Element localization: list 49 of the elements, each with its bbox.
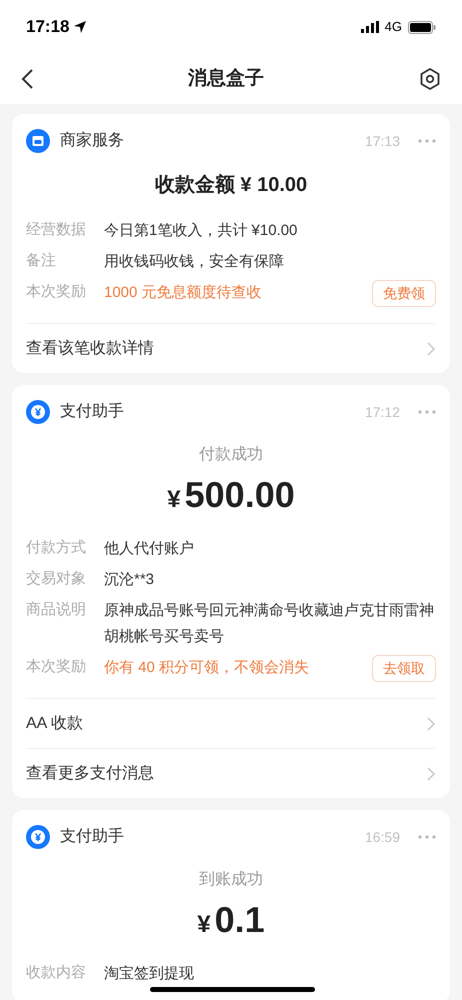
detail-value: 淘宝签到提现 (104, 964, 195, 984)
link-row[interactable]: AA 收款 (26, 698, 436, 748)
status-time: 17:18 (26, 16, 70, 38)
amount-headline: 收款金额 ¥ 10.00 (154, 172, 308, 198)
detail-value: 你有 40 积分可领，不领会消失 (104, 658, 310, 678)
detail-label: 收款内容 (26, 963, 87, 983)
message-time: 17:12 (364, 402, 400, 422)
detail-value: 原神成品号账号回元神满命号收藏迪卢克甘雨雷神胡桃帐号买号卖号 (104, 601, 435, 647)
page-title: 消息盒子 (186, 66, 265, 91)
battery-icon (408, 20, 436, 34)
signal-icon (360, 21, 379, 33)
link-row[interactable]: 查看更多支付消息 (26, 748, 436, 798)
detail-value: 他人代付账户 (104, 539, 195, 559)
source-name: 支付助手 (60, 826, 124, 847)
location-icon (73, 20, 88, 34)
message-time: 17:13 (364, 132, 400, 150)
payment-status: 到账成功 (199, 870, 263, 890)
detail-value: 今日第1笔收入，共计 ¥10.00 (104, 221, 298, 241)
payment-status: 付款成功 (199, 444, 263, 465)
detail-label: 付款方式 (26, 538, 87, 558)
yen-icon (26, 825, 50, 849)
chevron-right-icon (426, 340, 436, 356)
detail-label: 本次奖励 (26, 282, 87, 302)
message-time: 16:59 (364, 828, 400, 846)
detail-label: 商品说明 (26, 600, 87, 620)
source-name: 支付助手 (60, 402, 124, 422)
source-name: 商家服务 (60, 130, 124, 151)
currency-symbol: ¥ (167, 485, 181, 515)
detail-value: 用收钱码收钱，安全有保障 (104, 252, 285, 272)
amount: 500.00 (184, 473, 295, 517)
more-icon[interactable] (418, 410, 436, 414)
network-type: 4G (384, 18, 402, 36)
detail-label: 经营数据 (26, 220, 87, 240)
detail-value: 1000 元免息额度待查收 (104, 283, 263, 303)
more-icon[interactable] (418, 835, 436, 839)
yen-icon (26, 400, 50, 424)
back-icon[interactable] (20, 68, 34, 90)
chevron-right-icon (426, 766, 436, 782)
shop-icon (26, 129, 50, 153)
amount: 0.1 (214, 898, 265, 942)
link-row[interactable]: 查看该笔收款详情 (26, 323, 436, 373)
detail-value: 沉沦**3 (104, 570, 156, 590)
chevron-right-icon (426, 716, 436, 732)
more-icon[interactable] (418, 139, 436, 143)
detail-label: 备注 (26, 251, 57, 271)
detail-label: 本次奖励 (26, 657, 87, 677)
detail-label: 交易对象 (26, 569, 87, 589)
currency-symbol: ¥ (197, 910, 211, 940)
settings-icon[interactable] (418, 67, 442, 91)
